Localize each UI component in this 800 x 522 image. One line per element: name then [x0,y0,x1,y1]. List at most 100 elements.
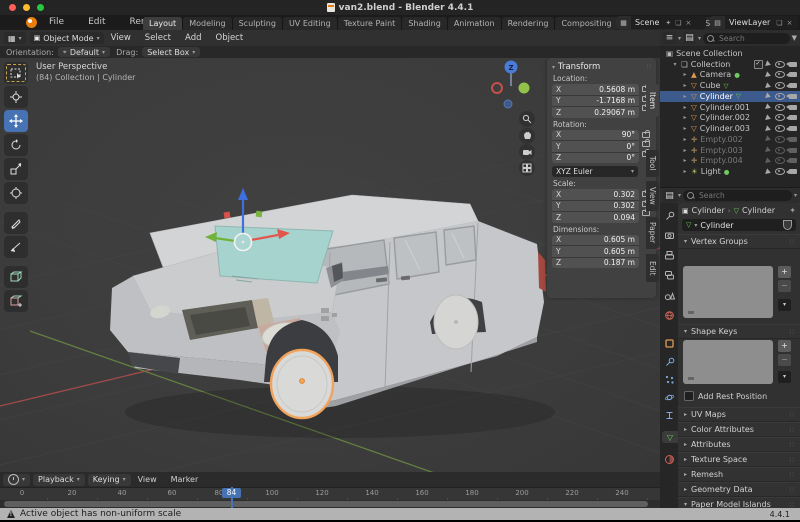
sidebar-tab-edit[interactable]: Edit [646,254,659,282]
nav-gizmo-neg-z-ball[interactable] [503,99,513,109]
outliner-row-collection[interactable]: ▾ ❏ Collection ✓ [660,59,800,70]
selectable-icon[interactable] [765,60,772,68]
scene-selector[interactable]: ▦ Scene ✦ ❏ × [616,16,706,29]
attributes-panel-header[interactable]: ▸ Attributes ∷ [678,437,800,452]
workspace-tab-texture-paint[interactable]: Texture Paint [337,17,403,30]
blender-logo-icon[interactable] [26,17,37,28]
visibility-icon[interactable] [774,82,785,90]
camera-view-button[interactable] [519,144,535,160]
pan-view-button[interactable] [519,128,535,144]
remesh-panel-header[interactable]: ▸ Remesh ∷ [678,467,800,482]
pin-id-icon[interactable]: ✦ [789,206,796,215]
outliner-row-empty-004[interactable]: ▸ ✚ Empty.004 [660,156,800,167]
tab-constraints-icon[interactable] [663,409,675,421]
outliner-row-cylinder-003[interactable]: ▸ ▽ Cylinder.003 [660,123,800,134]
navigation-gizmo[interactable]: Z [491,60,530,109]
van-model[interactable] [110,194,546,420]
select-box-tool[interactable] [4,62,28,84]
add-rest-position-checkbox[interactable] [684,391,694,401]
panel-drag-dots-icon[interactable]: ∷ [647,63,651,71]
tab-material-icon[interactable] [663,453,675,465]
selectable-icon[interactable] [765,146,772,154]
visibility-icon[interactable] [774,92,785,100]
move-tool[interactable] [4,110,28,132]
visibility-icon[interactable] [774,125,785,133]
marker-menu[interactable]: Marker [164,475,206,484]
tab-view-layer-icon[interactable] [663,269,675,281]
rotation-x-field[interactable]: X 90° [552,129,639,140]
dimensions-z-field[interactable]: Z 0.187 m [552,257,639,268]
uv-maps-panel-header[interactable]: ▸ UV Maps ∷ [678,407,800,422]
keying-menu[interactable]: Keying ▾ [87,473,131,486]
unlink-scene-icon[interactable]: × [684,19,694,27]
remove-shape-key-button[interactable]: − [778,354,791,366]
lock-icon[interactable] [642,139,650,147]
render-visibility-icon[interactable] [786,72,797,78]
workspace-tab-shading[interactable]: Shading [402,17,448,30]
workspace-tab-animation[interactable]: Animation [447,17,502,30]
selectable-icon[interactable] [765,71,772,79]
outliner-row-scene-collection[interactable]: ▣ Scene Collection [660,48,800,59]
expand-icon[interactable]: ▾ [672,61,678,68]
remove-view-layer-icon[interactable]: × [785,19,795,27]
render-visibility-icon[interactable] [786,83,797,89]
location-x-field[interactable]: X 0.5608 m [552,84,639,95]
outliner-search-input[interactable] [717,32,786,44]
outliner-filter-type-icon[interactable]: ▤ [683,32,697,44]
vertex-group-specials-menu[interactable]: ▾ [778,299,791,311]
sidebar-tab-tool[interactable]: Tool [646,150,659,177]
workspace-tab-layout[interactable]: Layout [143,17,184,30]
outliner-row-cube[interactable]: ▸ ▽ Cube ▽ [660,80,800,91]
workspace-tab-uv-editing[interactable]: UV Editing [282,17,338,30]
collection-checkbox[interactable]: ✓ [753,59,763,69]
rotation-z-field[interactable]: Z 0° [552,152,639,163]
render-visibility-icon[interactable] [786,93,797,99]
add-vertex-group-button[interactable]: + [778,266,791,278]
selected-windshield-face[interactable] [214,225,334,284]
selectable-icon[interactable] [765,157,772,165]
menu-file[interactable]: File [37,15,76,30]
selectable-icon[interactable] [765,81,772,90]
menu-select[interactable]: Select [138,33,178,43]
menu-edit[interactable]: Edit [76,15,117,30]
visibility-icon[interactable] [774,168,785,176]
scale-y-field[interactable]: Y 0.302 [552,200,639,211]
tab-output-icon[interactable] [663,249,675,261]
location-z-field[interactable]: Z 0.29067 m [552,107,639,118]
lock-icon[interactable] [642,129,650,138]
transform-tool[interactable] [4,182,28,204]
sidebar-tab-item[interactable]: Item [646,84,659,117]
workspace-tab-sculpting[interactable]: Sculpting [232,17,283,30]
outliner-search[interactable] [703,32,790,44]
outliner-row-cylinder-002[interactable]: ▸ ▽ Cylinder.002 [660,113,800,124]
rotation-y-field[interactable]: Y 0° [552,141,639,152]
render-visibility-icon[interactable] [786,147,797,153]
tab-tool-icon[interactable] [663,209,675,221]
cursor-tool[interactable] [4,86,28,108]
breadcrumb-object[interactable]: Cylinder [692,206,725,215]
shape-key-specials-menu[interactable]: ▾ [778,371,791,383]
rotation-mode-dropdown[interactable]: XYZ Euler ▾ [552,166,638,177]
add-shape-key-button[interactable]: + [778,340,791,352]
mesh-name-field[interactable]: ▽ ▾ Cylinder [682,219,796,231]
tab-modifiers-icon[interactable] [663,355,675,367]
outliner-row-camera[interactable]: ▸ ▲ Camera ● [660,70,800,81]
visibility-icon[interactable] [774,71,785,79]
render-visibility-icon[interactable] [786,104,797,110]
annotate-tool[interactable] [4,212,28,234]
measure-tool[interactable] [4,236,28,258]
tab-render-icon[interactable] [663,229,675,241]
breadcrumb-data[interactable]: Cylinder [742,206,775,215]
outliner-row-light[interactable]: ▸ ☀ Light ● [660,166,800,177]
vertex-groups-list[interactable] [683,266,773,318]
render-visibility-icon[interactable] [786,158,797,164]
visibility-off-icon[interactable] [774,157,785,165]
outliner-row-cylinder-001[interactable]: ▸ ▽ Cylinder.001 [660,102,800,113]
render-visibility-icon[interactable] [786,61,797,67]
visibility-icon[interactable] [774,114,785,122]
selectable-icon[interactable] [765,135,772,144]
properties-options-dropdown[interactable]: ▾ [794,192,797,199]
tab-particles-icon[interactable] [663,373,675,385]
workspace-tab-compositing[interactable]: Compositing [555,17,619,30]
rotate-tool[interactable] [4,134,28,156]
